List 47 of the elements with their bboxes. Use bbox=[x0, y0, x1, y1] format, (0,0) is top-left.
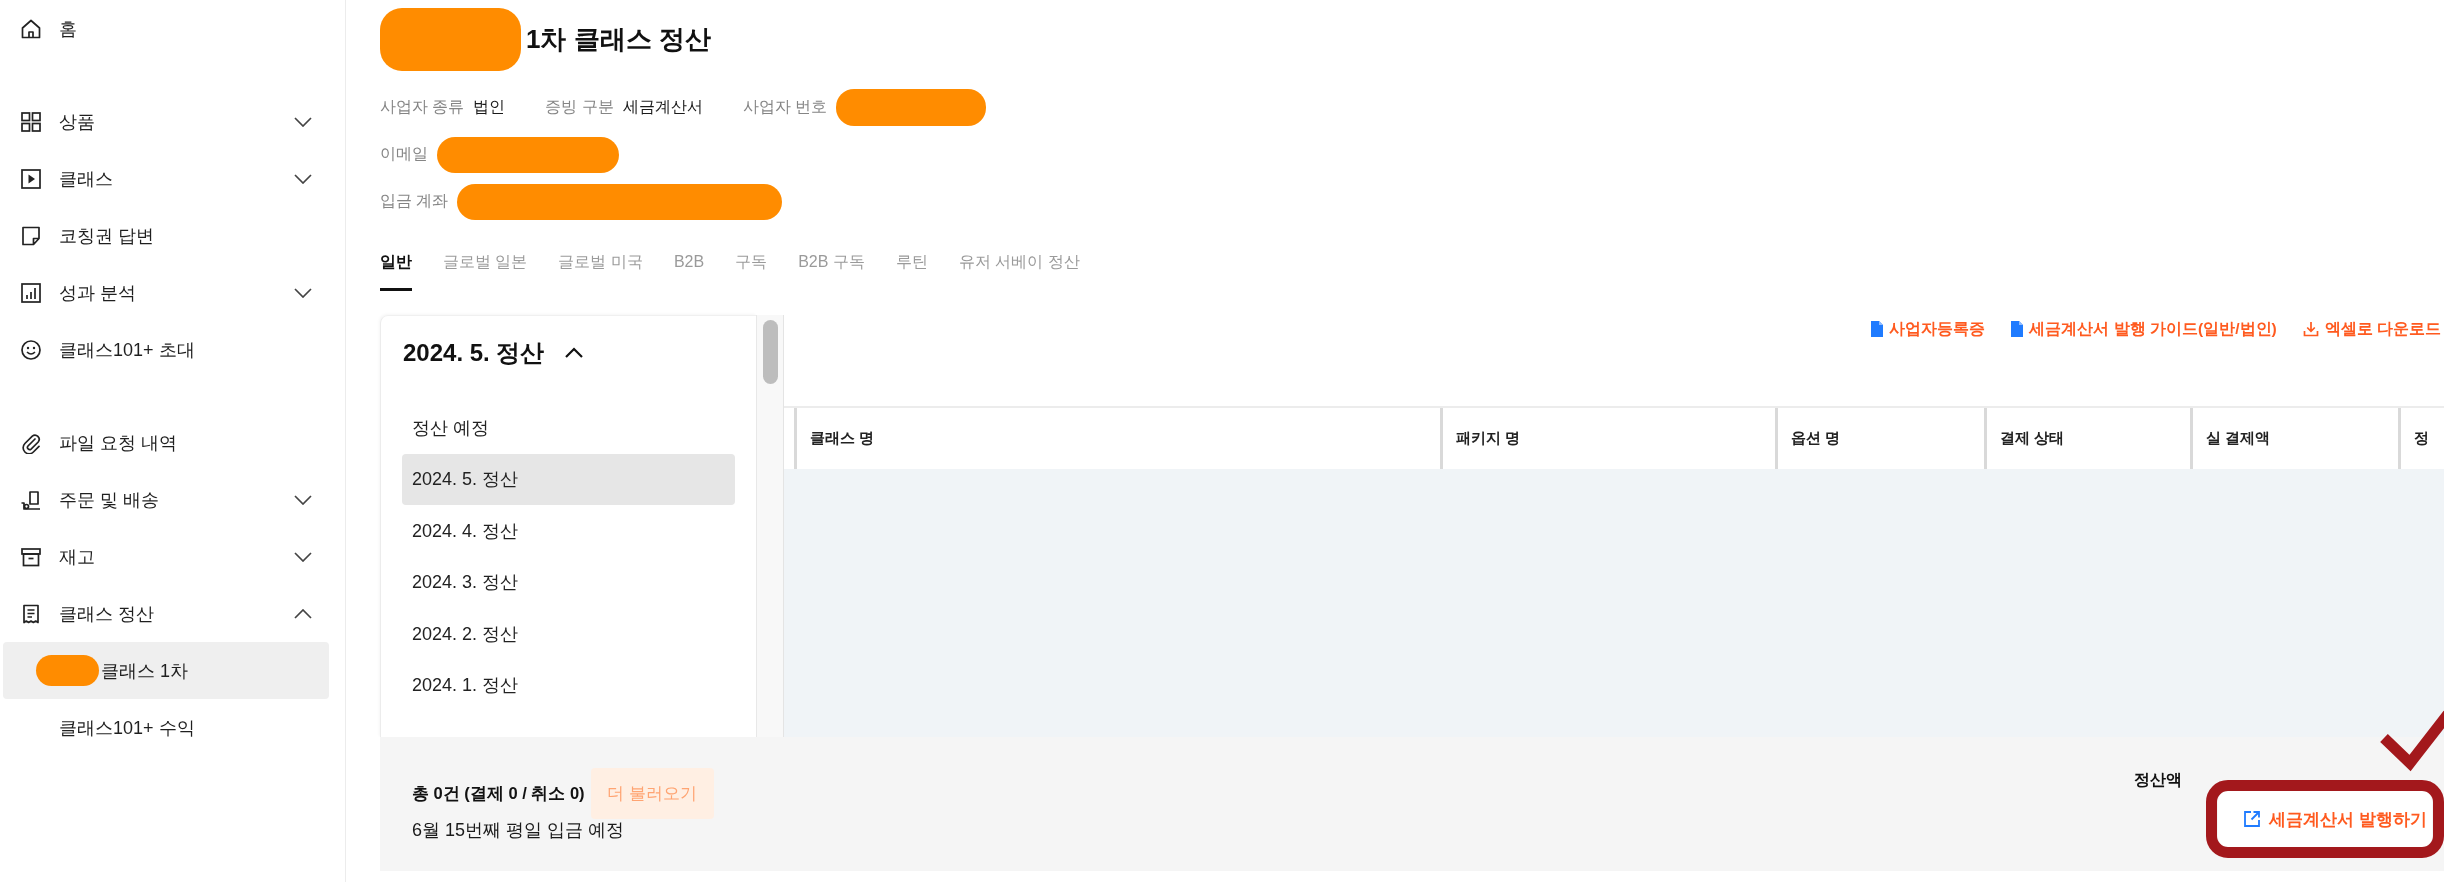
nav-item[interactable]: 파일 요청 내역 bbox=[3, 414, 329, 471]
period-option[interactable]: 2024. 1. 정산 bbox=[402, 659, 735, 711]
field-label: 이메일 bbox=[380, 144, 428, 164]
hand-truck-icon bbox=[20, 488, 42, 511]
note-icon bbox=[20, 224, 42, 247]
period-option[interactable]: 2024. 2. 정산 bbox=[402, 608, 735, 660]
period-option[interactable]: 2024. 4. 정산 bbox=[402, 505, 735, 557]
bar-chart-icon bbox=[20, 281, 42, 304]
scrollbar-track[interactable] bbox=[756, 315, 784, 737]
paperclip-icon bbox=[20, 431, 42, 454]
nav-item[interactable]: 홈 bbox=[3, 0, 329, 57]
download-icon bbox=[2302, 321, 2319, 337]
total-label: 정산액 bbox=[2134, 770, 2182, 790]
nav-item[interactable]: 재고 bbox=[3, 528, 329, 585]
nav-item[interactable]: 주문 및 배송 bbox=[3, 471, 329, 528]
nav-item[interactable]: 상품 bbox=[3, 93, 329, 150]
page-title: 1차 클래스 정산 bbox=[526, 23, 711, 56]
deposit-note: 6월 15번째 평일 입금 예정 bbox=[412, 819, 626, 841]
receipt-icon bbox=[20, 602, 42, 625]
field-value: 세금계산서 bbox=[622, 97, 703, 117]
field-label: 사업자 종류 bbox=[380, 97, 465, 117]
nav-item[interactable]: 클래스 정산 bbox=[3, 585, 329, 642]
scrollbar-thumb[interactable] bbox=[763, 320, 778, 384]
nav-item[interactable]: 클래스101+ 초대 bbox=[3, 321, 329, 378]
nav-subitem[interactable]: 클래스 1차 bbox=[3, 642, 329, 699]
smiley-icon bbox=[20, 338, 42, 361]
nav-item[interactable]: 코칭권 답변 bbox=[3, 207, 329, 264]
archive-box-icon bbox=[20, 545, 42, 568]
document-icon bbox=[1871, 321, 1884, 337]
period-option[interactable]: 2024. 5. 정산 bbox=[402, 453, 735, 505]
field-value: 법인 bbox=[473, 97, 506, 117]
nav-item[interactable]: 클래스 bbox=[3, 150, 329, 207]
period-option[interactable]: 2024. 3. 정산 bbox=[402, 556, 735, 608]
nav-subitem[interactable]: 클래스101+ 수익 bbox=[3, 699, 329, 756]
period-dropdown[interactable]: 2024. 5. 정산 bbox=[381, 316, 607, 390]
field-label: 입금 계좌 bbox=[380, 191, 449, 211]
document-icon bbox=[2011, 321, 2024, 337]
field-label: 증빙 구분 bbox=[545, 97, 614, 117]
summary-text: 총 0건 (결제 0 / 취소 0) bbox=[412, 782, 585, 804]
tab[interactable]: 일반 bbox=[380, 242, 412, 291]
external-link-icon bbox=[2243, 810, 2261, 828]
field-label: 사업자 번호 bbox=[742, 97, 827, 117]
home-icon bbox=[20, 17, 42, 40]
nav-item[interactable]: 성과 분석 bbox=[3, 264, 329, 321]
play-icon bbox=[20, 167, 42, 190]
grid-icon bbox=[20, 110, 42, 133]
period-option[interactable]: 정산 예정 bbox=[402, 402, 735, 454]
